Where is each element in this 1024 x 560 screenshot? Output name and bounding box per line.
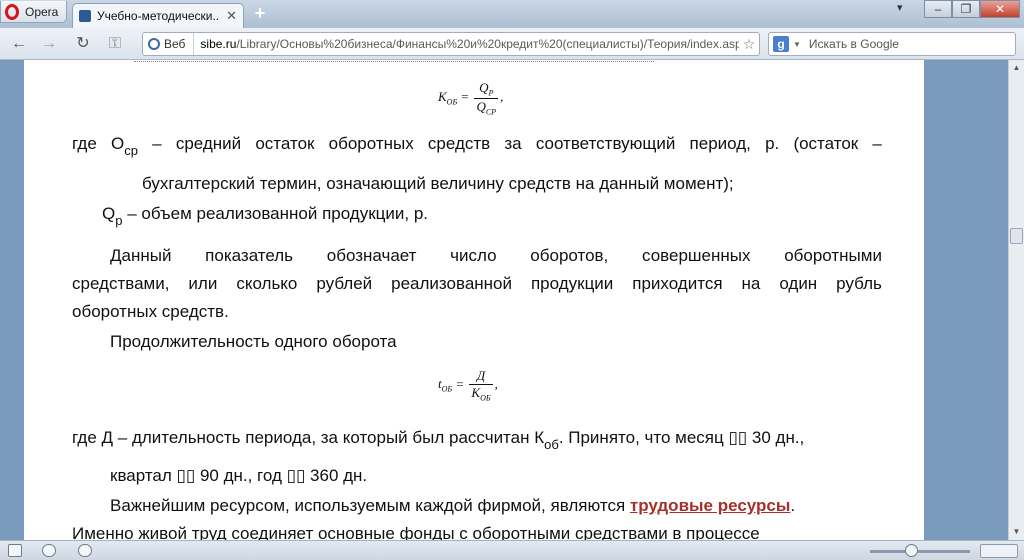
word: –	[152, 134, 162, 153]
opera-menu-label: Opera	[25, 4, 59, 19]
forward-icon[interactable]: →	[38, 34, 60, 54]
maximize-icon[interactable]: ❐	[952, 0, 980, 18]
word: или	[188, 274, 218, 293]
para5-line2: Именно живой труд соединяет основные фон…	[72, 524, 760, 540]
word: совершенных	[642, 246, 751, 265]
word: рубль	[836, 274, 882, 293]
word: Данный	[110, 246, 172, 265]
word: остаток	[255, 134, 315, 153]
back-icon[interactable]: ←	[8, 34, 30, 54]
url-text[interactable]: sibe.ru/Library/Основы%20бизнеса/Финансы…	[194, 37, 739, 51]
word: показатель	[205, 246, 294, 265]
word: период,	[689, 134, 751, 153]
word: –	[872, 134, 882, 153]
minimize-icon[interactable]: –	[924, 0, 952, 18]
close-window-icon[interactable]: ✕	[980, 0, 1020, 18]
tab-active[interactable]: Учебно-методически... ✕	[72, 3, 244, 28]
para1-line3: Qр – объем реализованной продукции, р.	[102, 204, 429, 228]
globe-icon	[148, 38, 160, 50]
para1-line1: где Оср – средний остаток оборотных средств за с…	[72, 134, 882, 158]
navigation-toolbar: ← → ↻ ⚿ Веб sibe.ru/Library/Основы%20биз…	[0, 28, 1024, 60]
cloud-icon[interactable]	[42, 544, 56, 557]
word: один	[779, 274, 818, 293]
scrollbar-thumb[interactable]	[1010, 228, 1023, 244]
opera-menu-button[interactable]: Opera	[0, 1, 67, 23]
para5-line1: Важнейшим ресурсом, используемым каждой …	[110, 496, 796, 515]
tab-title: Учебно-методически...	[97, 9, 221, 23]
word: обозначает	[326, 246, 417, 265]
close-tab-icon[interactable]: ✕	[226, 8, 237, 24]
tab-menu-icon[interactable]: ▾	[897, 1, 903, 14]
word: сколько	[236, 274, 298, 293]
para2-line3: оборотных средств.	[72, 302, 229, 321]
document-page: KОБ = QР QСР , где Оср – средний остаток обор…	[24, 60, 924, 540]
link-labor-resources[interactable]: трудовые ресурсы	[630, 496, 791, 515]
search-placeholder: Искать в Google	[808, 37, 899, 51]
word: где	[72, 134, 97, 153]
scroll-down-icon[interactable]: ▼	[1009, 524, 1024, 540]
word: приходится	[632, 274, 723, 293]
url-host: sibe.ru	[200, 37, 237, 51]
chevron-down-icon[interactable]: ▼	[793, 40, 801, 49]
zoom-slider-knob[interactable]	[905, 544, 918, 557]
word: (остаток	[793, 134, 859, 153]
word: на	[741, 274, 761, 293]
para2-line2: средствами, или сколько рублей реализованной…	[72, 274, 882, 294]
google-icon[interactable]: g	[773, 36, 789, 52]
key-icon[interactable]: ⚿	[104, 34, 126, 54]
formula2-lhs: tОБ	[438, 376, 453, 394]
address-bar[interactable]: Веб sibe.ru/Library/Основы%20бизнеса/Фин…	[142, 32, 760, 56]
formula1-fraction: QР QСР	[474, 80, 499, 117]
url-path: /Library/Основы%20бизнеса/Финансы%20и%20…	[236, 37, 739, 51]
window-controls: – ❐ ✕	[924, 0, 1020, 18]
formula-turnover-ratio: KОБ = QР QСР ,	[438, 80, 504, 117]
vertical-scrollbar[interactable]: ▲ ▼	[1008, 60, 1024, 540]
tab-strip: Opera Учебно-методически... ✕ + ▾ – ❐ ✕	[0, 0, 1024, 28]
opera-logo-icon	[5, 3, 19, 20]
page-viewport: KОБ = QР QСР , где Оср – средний остаток обор…	[0, 60, 1008, 540]
favicon-icon	[79, 10, 91, 22]
reload-icon[interactable]: ↻	[72, 34, 94, 54]
word: средствами,	[72, 274, 170, 293]
word: продукции	[530, 274, 614, 293]
word: Оср	[111, 134, 138, 158]
word: число	[450, 246, 497, 265]
new-tab-button[interactable]: +	[250, 4, 270, 24]
speed-dial-icon[interactable]	[78, 544, 92, 557]
word: оборотными	[784, 246, 882, 265]
web-badge[interactable]: Веб	[143, 33, 195, 55]
para2-line1: Данный показатель обозначает число оборотов,…	[110, 246, 882, 266]
para4-line2: квартал ▯▯ 90 дн., год ▯▯ 360 дн.	[110, 466, 368, 485]
word: за	[504, 134, 522, 153]
formula1-lhs: KОБ	[438, 89, 458, 107]
word: оборотных	[328, 134, 414, 153]
formula-turnover-duration: tОБ = Д KОБ ,	[438, 368, 498, 403]
formula2-fraction: Д KОБ	[469, 368, 493, 403]
word: оборотов,	[530, 246, 609, 265]
panel-toggle-icon[interactable]	[8, 544, 22, 557]
scroll-up-icon[interactable]: ▲	[1009, 60, 1024, 76]
word: средств	[427, 134, 491, 153]
bookmark-star-icon[interactable]: ☆	[739, 36, 759, 53]
para1-line2: бухгалтерский термин, означающий величин…	[142, 174, 734, 193]
word: р.	[765, 134, 780, 153]
search-box[interactable]: g ▼ Искать в Google	[768, 32, 1016, 56]
cut-off-text-line	[134, 60, 654, 62]
status-bar	[0, 540, 1024, 560]
zoom-reset-button[interactable]	[980, 544, 1018, 558]
word: средний	[175, 134, 242, 153]
word: реализованной	[391, 274, 512, 293]
word: соответствующий	[535, 134, 676, 153]
para3-line: Продолжительность одного оборота	[110, 332, 397, 351]
para4-line1: где Д – длительность периода, за который…	[72, 428, 805, 452]
zoom-slider-track[interactable]	[870, 550, 970, 553]
word: рублей	[316, 274, 373, 293]
web-badge-label: Веб	[164, 37, 186, 51]
